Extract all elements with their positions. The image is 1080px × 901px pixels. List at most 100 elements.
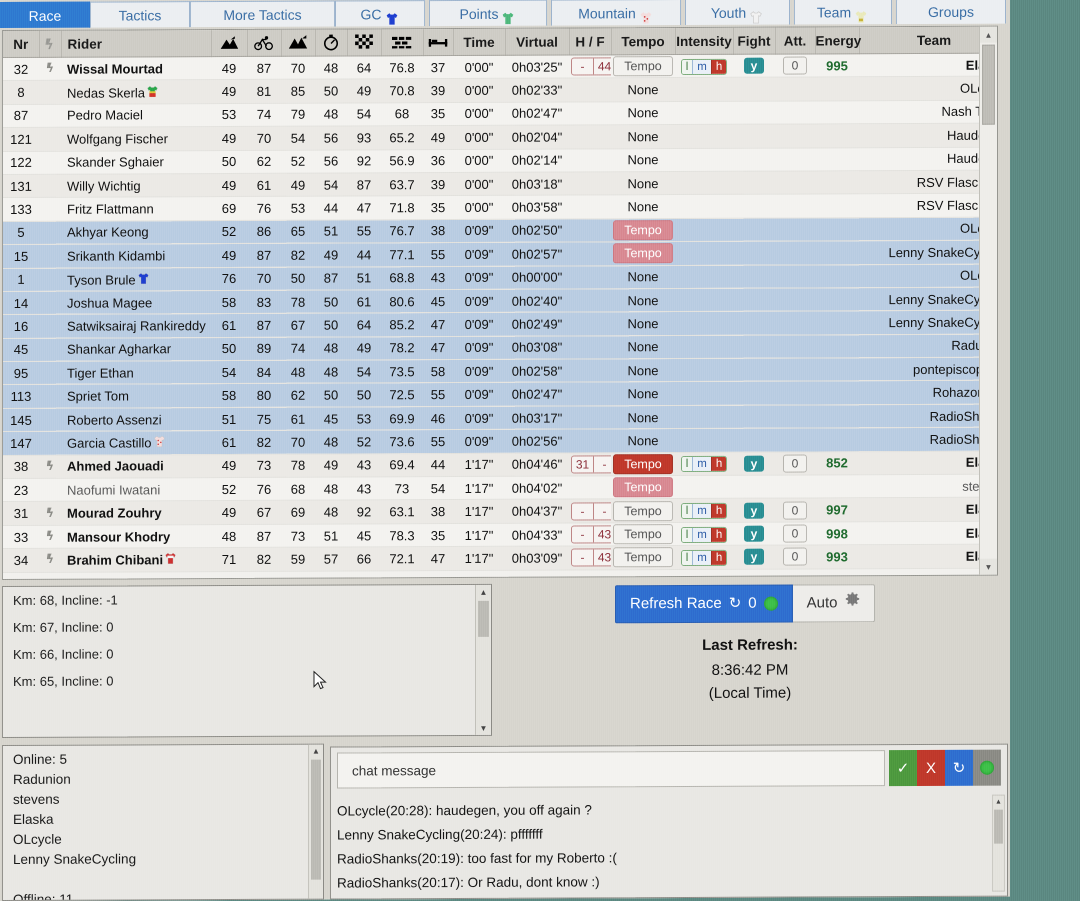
tempo-button[interactable]: Tempo [613,547,673,568]
cell-rider[interactable]: Pedro Maciel [61,103,211,128]
tab-points[interactable]: Points [429,0,547,27]
cell-hf[interactable] [569,358,611,383]
tab-race[interactable]: Race [0,1,90,29]
cell-intensity[interactable] [675,334,733,359]
tempo-button[interactable]: Tempo [613,500,673,521]
hf-pair[interactable]: -- [571,501,611,521]
col-nr[interactable]: Nr [3,30,39,58]
hf-pair[interactable]: 31- [571,455,611,474]
cell-tempo[interactable]: None [611,311,675,336]
cell-fight[interactable]: y [733,521,775,546]
att-value[interactable]: 0 [782,454,808,473]
cell-fight[interactable] [733,475,775,499]
col-flat[interactable] [247,29,281,57]
cell-fight[interactable] [733,217,775,242]
chat-scrollbar[interactable]: ▲ [992,794,1005,892]
cell-intensity[interactable] [675,218,733,242]
cell-intensity[interactable] [675,475,733,499]
cell-tempo[interactable]: Tempo [611,452,675,476]
online-teams-list[interactable]: Online: 5 Radunion stevens Elaska OLcycle Len… [2,743,324,901]
cell-intensity[interactable] [675,428,733,453]
cell-tempo[interactable]: None [611,428,675,453]
cell-intensity[interactable] [675,358,733,383]
cell-rider[interactable]: Ahmed Jaouadi [61,454,211,479]
scroll-down-icon[interactable]: ▼ [980,558,997,575]
cell-intensity[interactable] [675,124,733,149]
cell-intensity[interactable] [675,77,733,102]
tab-youth[interactable]: Youth [685,0,790,26]
tempo-button[interactable]: Tempo [613,243,673,264]
scroll-thumb[interactable] [994,809,1003,844]
chat-log[interactable]: OLcycle(20:28): haudegen, you off again … [337,797,987,897]
cell-rider[interactable]: Wissal Mourtad [61,56,211,81]
cell-hf[interactable] [569,101,611,126]
cell-hf[interactable] [569,171,611,196]
cell-rider[interactable]: Spriet Tom [61,384,211,409]
team-list-item[interactable]: Radunion [3,769,323,790]
cell-tempo[interactable]: None [611,335,675,359]
col-hf[interactable]: H / F [569,28,611,56]
cell-hf[interactable] [569,218,611,243]
cell-fight[interactable] [733,264,775,289]
cell-fight[interactable] [733,100,775,125]
cell-hf[interactable]: -43 [569,546,611,570]
team-list-item[interactable]: Online: 5 [3,749,323,770]
cell-intensity[interactable] [675,405,733,429]
tab-more-tactics[interactable]: More Tactics [190,0,335,28]
tempo-button[interactable]: Tempo [613,477,673,498]
cell-hf[interactable]: 31- [569,452,611,477]
cell-hf[interactable] [569,382,611,406]
cell-att[interactable] [775,124,815,148]
cell-intensity[interactable]: lmh [675,522,733,546]
cell-rider[interactable]: Fritz Flattmann [61,196,211,221]
cell-hf[interactable] [569,78,611,102]
cell-rider[interactable]: Akhyar Keong [61,220,211,245]
scroll-thumb[interactable] [982,44,995,125]
intensity-selector[interactable]: lmh [680,502,728,520]
cell-fight[interactable]: y [733,451,775,476]
cell-hf[interactable] [569,335,611,360]
cell-rider[interactable]: Satwiksairaj Rankireddy [61,313,211,338]
cell-tempo[interactable]: None [611,148,675,172]
col-fight[interactable]: Fight [733,27,775,55]
cell-rider[interactable]: Tyson Brule [61,267,211,292]
cell-fight[interactable] [733,124,775,148]
cell-tempo[interactable]: Tempo [611,218,675,242]
cell-fight[interactable] [733,171,775,195]
auto-button[interactable]: Auto [792,584,875,623]
status-button[interactable] [973,749,1001,786]
table-row[interactable]: 34 Brahim Chibani 71 82 59 57 66 72.1 47 1'17" 0h0… [3,544,998,573]
cell-hf[interactable]: -43 [569,522,611,547]
cell-hf[interactable]: -- [569,499,611,523]
col-hill[interactable] [211,29,247,57]
cell-tempo[interactable]: Tempo [611,545,675,570]
cell-tempo[interactable]: None [611,101,675,126]
cell-tempo[interactable]: None [611,124,675,149]
tempo-button[interactable]: Tempo [613,219,673,241]
cell-rider[interactable]: Garcia Castillo [61,430,211,455]
cell-fight[interactable]: y [733,498,775,523]
cell-att[interactable]: 0 [775,545,815,569]
cell-rider[interactable]: Shankar Agharkar [61,337,211,362]
incline-scrollbar[interactable]: ▲ ▼ [475,584,491,735]
cell-att[interactable] [775,100,815,125]
cell-tempo[interactable]: Tempo [611,522,675,547]
col-rider-icon[interactable] [39,30,61,58]
col-cobbles[interactable] [347,29,381,56]
cell-tempo[interactable]: None [611,288,675,313]
cell-rider[interactable]: Skander Sghaier [61,150,211,175]
cell-att[interactable]: 0 [775,498,815,522]
cell-fight[interactable] [733,194,775,219]
cell-fight[interactable] [733,311,775,335]
tempo-button[interactable]: Tempo [613,453,673,475]
send-button[interactable]: ✓ [889,749,917,787]
intensity-selector[interactable]: lmh [680,58,728,75]
cell-att[interactable] [775,170,815,195]
cell-hf[interactable] [569,125,611,149]
hf-pair[interactable]: -43 [571,525,611,544]
cell-att[interactable] [775,381,815,405]
cell-rider[interactable]: Willy Wichtig [61,173,211,198]
cell-att[interactable]: 0 [775,53,815,78]
att-value[interactable]: 0 [782,501,808,520]
col-tempo[interactable]: Tempo [611,28,675,55]
